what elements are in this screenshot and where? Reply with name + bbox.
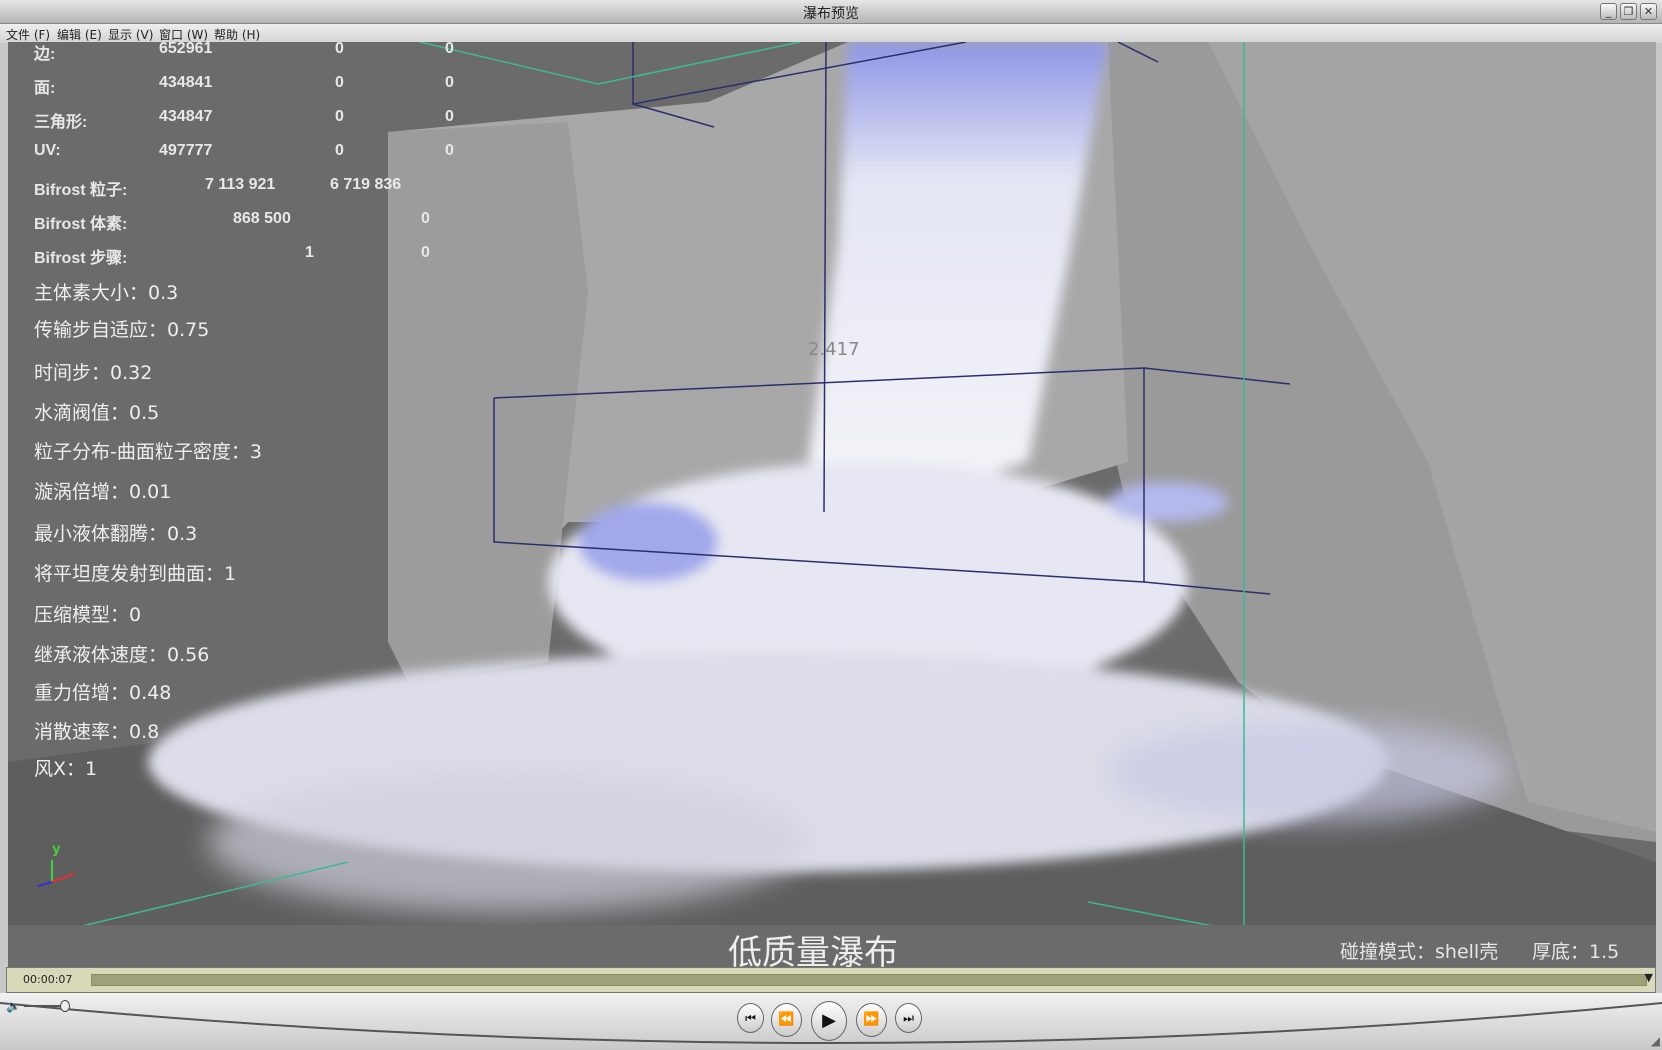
minimize-button[interactable]: _ [1600,3,1617,20]
close-button[interactable]: ✕ [1640,3,1657,20]
menu-window[interactable]: 窗口 (W) [159,26,208,43]
param-line: 传输步自适应：0.75 [34,319,210,341]
bifrost-value: 0 [421,244,430,261]
fast-forward-button[interactable]: ⏩ [856,1003,887,1037]
param-line: 压缩模型：0 [34,604,142,626]
volume-knob[interactable] [60,1000,70,1012]
restore-button[interactable]: ❐ [1620,3,1637,20]
play-button[interactable]: ▶ [811,1001,847,1041]
menu-view[interactable]: 显示 (V) [108,26,153,43]
playback-track[interactable] [91,974,1647,986]
stat-value: 0 [335,108,344,125]
timeline-bar: 00:00:07 ▼ [6,967,1656,993]
playback-progress [92,975,1646,985]
collision-mode: 碰撞模式：shell壳 [1340,941,1499,963]
stat-label: 面: [34,80,56,97]
stat-value: 434841 [159,74,213,91]
go-to-start-button[interactable]: ⏮ [737,1003,764,1033]
menu-file[interactable]: 文件 (F) [6,26,50,43]
caption-title: 低质量瀑布 [728,933,898,967]
caption-bar: 低质量瀑布 碰撞模式：shell壳 厚底：1.5 [8,925,1656,967]
stat-value: 0 [445,74,454,91]
menu-bar: 文件 (F) 编辑 (E) 显示 (V) 窗口 (W) 帮助 (H) [0,24,1662,43]
rewind-button[interactable]: ⏪ [771,1003,802,1037]
param-line: 主体素大小：0.3 [34,282,179,304]
param-line: 风X：1 [34,758,98,780]
resize-grip-icon[interactable]: ◢ [1651,1034,1660,1048]
stat-value: 0 [335,42,344,57]
bifrost-label: Bifrost 粒子: [34,182,128,199]
axis-y-label: y [52,842,61,857]
bifrost-value: 6 719 836 [330,176,402,193]
param-line: 水滴阀值：0.5 [34,402,160,424]
timecode: 00:00:07 [23,973,73,986]
bifrost-value: 7 113 921 [205,176,276,193]
menu-help[interactable]: 帮助 (H) [214,26,260,43]
stat-value: 0 [445,142,454,159]
window-title: 瀑布预览 [803,6,859,22]
param-line: 将平坦度发射到曲面：1 [34,563,237,585]
stat-value: 652961 [159,42,213,57]
thickness: 厚底：1.5 [1532,941,1620,963]
stat-value: 497777 [159,142,213,159]
stat-label: 三角形: [34,114,88,131]
param-line: 消散速率：0.8 [34,721,160,743]
playhead-icon[interactable]: ▼ [1645,971,1653,984]
bifrost-value: 868 500 [233,210,291,227]
menu-edit[interactable]: 编辑 (E) [57,26,102,43]
stat-value: 0 [335,142,344,159]
stat-value: 0 [335,74,344,91]
stat-value: 434847 [159,108,213,125]
bifrost-value: 0 [421,210,430,227]
go-to-end-button[interactable]: ⏭ [895,1003,922,1033]
distance-readout: 2.417 [808,339,860,360]
title-bar: 瀑布预览 _ ❐ ✕ [0,0,1662,24]
volume-icon[interactable]: 🔈 [6,999,21,1013]
stat-value: 0 [445,42,454,57]
stat-value: 0 [445,108,454,125]
bifrost-value: 1 [305,244,314,261]
stat-label: UV: [34,142,61,159]
bifrost-label: Bifrost 步骤: [34,250,128,267]
param-line: 漩涡倍增：0.01 [34,481,172,503]
bifrost-label: Bifrost 体素: [34,216,128,233]
param-line: 重力倍增：0.48 [34,682,172,704]
stat-label: 边: [34,46,56,63]
param-line: 继承液体速度：0.56 [34,644,210,666]
param-line: 时间步：0.32 [34,362,153,384]
player-controls: 🔈 ⏮ ⏪ ▶ ⏩ ⏭ ◢ [0,993,1662,1050]
param-line: 粒子分布-曲面粒子密度：3 [34,441,262,463]
param-line: 最小液体翻腾：0.3 [34,523,198,545]
viewport-3d[interactable]: 边: 652961 0 0 面: 434841 0 0 三角形: 434847 … [8,42,1656,967]
